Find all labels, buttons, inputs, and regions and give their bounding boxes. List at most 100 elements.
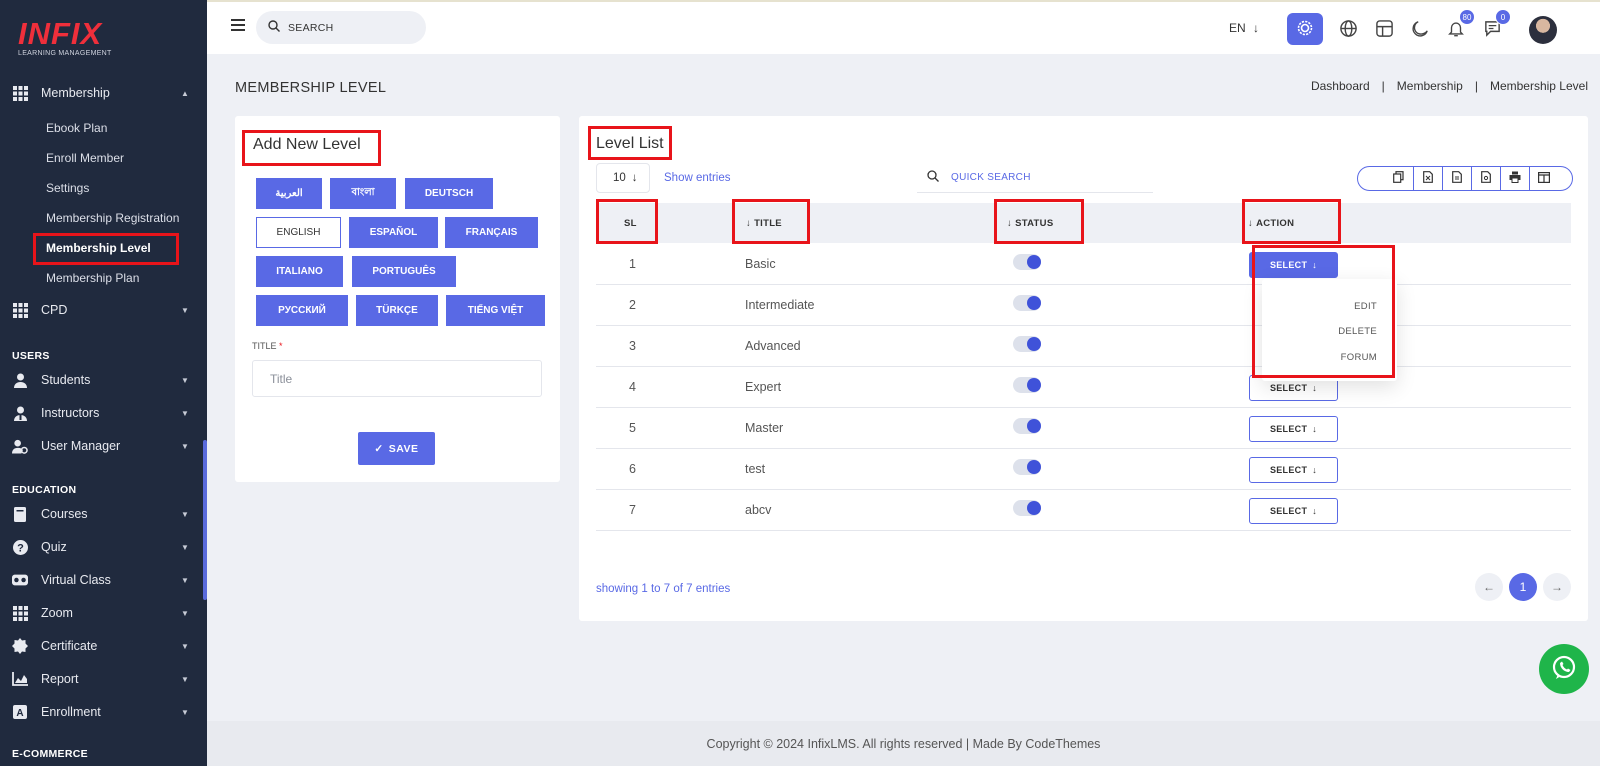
lang-tab-portugues[interactable]: PORTUGUÊS [352, 256, 456, 287]
print-button[interactable] [1500, 166, 1529, 191]
search-icon [927, 170, 939, 185]
sidebar-item-instructors[interactable]: Instructors ▼ [0, 400, 207, 426]
csv-button[interactable] [1442, 166, 1471, 191]
lang-tab-deutsch[interactable]: DEUTSCH [405, 178, 493, 209]
sidebar-item-cpd[interactable]: CPD ▼ [0, 297, 207, 323]
sidebar-item-report[interactable]: Report ▼ [0, 666, 207, 692]
status-toggle[interactable] [1013, 377, 1041, 393]
highlight-box [242, 130, 381, 166]
cell-title: Master [745, 421, 784, 435]
cell-title: Advanced [745, 339, 801, 353]
sidebar-item-virtual-class[interactable]: Virtual Class ▼ [0, 567, 207, 593]
lang-tab-turkce[interactable]: TÜRKÇE [356, 295, 438, 326]
sidebar-sub-ebook-plan[interactable]: Ebook Plan [46, 121, 107, 135]
lang-tab-tieng-viet[interactable]: TIẾNG VIỆT [446, 295, 545, 326]
search-input[interactable]: SEARCH [256, 11, 426, 44]
next-page-button[interactable]: → [1543, 573, 1571, 601]
quick-search-input[interactable]: QUICK SEARCH [917, 163, 1153, 193]
sidebar-item-label: User Manager [41, 439, 121, 453]
prev-page-button[interactable]: ← [1475, 573, 1503, 601]
breadcrumb-membership-level[interactable]: Membership Level [1490, 79, 1588, 93]
lang-tab-bangla[interactable]: বাংলা [330, 178, 396, 209]
save-button[interactable]: ✓ SAVE [358, 432, 435, 465]
layout-button[interactable] [1369, 15, 1399, 45]
table-row: 3 Advanced [596, 326, 1571, 367]
select-label: SELECT [1269, 465, 1308, 475]
pdf-button[interactable] [1471, 166, 1500, 191]
select-button[interactable]: SELECT ↓ [1249, 457, 1338, 483]
menu-icon[interactable] [231, 19, 245, 33]
columns-button[interactable] [1529, 166, 1558, 191]
lang-tab-francais[interactable]: FRANÇAIS [445, 217, 538, 248]
table-row: 7 abcv SELECT ↓ [596, 490, 1571, 531]
select-button[interactable]: SELECT ↓ [1249, 416, 1338, 442]
globe-button[interactable] [1333, 15, 1363, 45]
status-toggle[interactable] [1013, 254, 1041, 270]
select-button[interactable]: SELECT ↓ [1249, 498, 1338, 524]
breadcrumb-membership[interactable]: Membership [1397, 79, 1463, 93]
pdf-file-icon [1481, 171, 1491, 186]
excel-button[interactable] [1413, 166, 1442, 191]
select-label: SELECT [1269, 424, 1308, 434]
sidebar-sub-settings[interactable]: Settings [46, 181, 89, 195]
quick-search-placeholder: QUICK SEARCH [951, 172, 1031, 183]
lang-tab-english[interactable]: ENGLISH [256, 217, 341, 248]
settings-button[interactable] [1287, 13, 1323, 45]
user-gear-icon [12, 438, 28, 454]
sidebar-item-certificate[interactable]: Certificate ▼ [0, 633, 207, 659]
sidebar-scrollbar[interactable] [203, 440, 207, 600]
sidebar-item-user-manager[interactable]: User Manager ▼ [0, 433, 207, 459]
dark-mode-button[interactable] [1405, 15, 1435, 45]
highlight-box [588, 126, 672, 160]
lang-tab-italiano[interactable]: ITALIANO [256, 256, 343, 287]
sidebar-item-enrollment[interactable]: A Enrollment ▼ [0, 699, 207, 725]
notifications-badge: 80 [1459, 9, 1475, 25]
caret-down-icon: ▼ [181, 441, 189, 451]
table-row: 4 Expert SELECT ↓ [596, 367, 1571, 408]
title-field[interactable]: Title [252, 360, 542, 397]
cell-title: Intermediate [745, 298, 815, 312]
status-toggle[interactable] [1013, 336, 1041, 352]
cell-sl: 5 [629, 421, 636, 435]
copy-icon [1393, 171, 1404, 186]
status-toggle[interactable] [1013, 500, 1041, 516]
sidebar-item-label: Enrollment [41, 705, 101, 719]
chart-icon [12, 671, 28, 687]
sidebar-sub-membership-plan[interactable]: Membership Plan [46, 271, 139, 285]
sidebar-item-label: Instructors [41, 406, 100, 420]
caret-down-icon: ▼ [181, 641, 189, 651]
cell-title: Expert [745, 380, 782, 394]
language-select[interactable]: EN ↓ [1229, 21, 1259, 35]
question-icon: ? [12, 539, 28, 555]
sidebar-item-quiz[interactable]: ? Quiz ▼ [0, 534, 207, 560]
cell-sl: 6 [629, 462, 636, 476]
cell-sl: 3 [629, 339, 636, 353]
notifications-button[interactable]: 80 [1441, 9, 1475, 45]
sidebar-item-students[interactable]: Students ▼ [0, 367, 207, 393]
sidebar-heading-users: USERS [12, 350, 50, 362]
check-icon: ✓ [374, 442, 384, 455]
user-icon [12, 372, 28, 388]
status-toggle[interactable] [1013, 459, 1041, 475]
lang-tab-russian[interactable]: РУССКИЙ [256, 295, 348, 326]
sidebar-sub-membership-registration[interactable]: Membership Registration [46, 211, 179, 225]
entries-select[interactable]: 10 ↓ [596, 163, 650, 193]
copy-button[interactable] [1384, 166, 1413, 191]
page-button[interactable]: 1 [1509, 573, 1537, 601]
status-toggle[interactable] [1013, 295, 1041, 311]
export-buttons [1357, 166, 1573, 191]
logo[interactable]: INFIX LEARNING MANAGEMENT [18, 18, 112, 58]
sidebar-item-label: Virtual Class [41, 573, 111, 587]
breadcrumb-dashboard[interactable]: Dashboard [1311, 79, 1370, 93]
sidebar-item-zoom[interactable]: Zoom ▼ [0, 600, 207, 626]
sidebar-sub-enroll-member[interactable]: Enroll Member [46, 151, 124, 165]
status-toggle[interactable] [1013, 418, 1041, 434]
messages-button[interactable]: 0 [1477, 9, 1511, 45]
sidebar-item-label: Quiz [41, 540, 67, 554]
sidebar-item-membership[interactable]: Membership ▲ [0, 80, 207, 106]
lang-tab-espanol[interactable]: ESPAÑOL [349, 217, 438, 248]
lang-tab-arabic[interactable]: العربية [256, 178, 322, 209]
avatar[interactable] [1529, 16, 1557, 44]
sidebar-item-courses[interactable]: Courses ▼ [0, 501, 207, 527]
whatsapp-button[interactable] [1539, 644, 1589, 694]
